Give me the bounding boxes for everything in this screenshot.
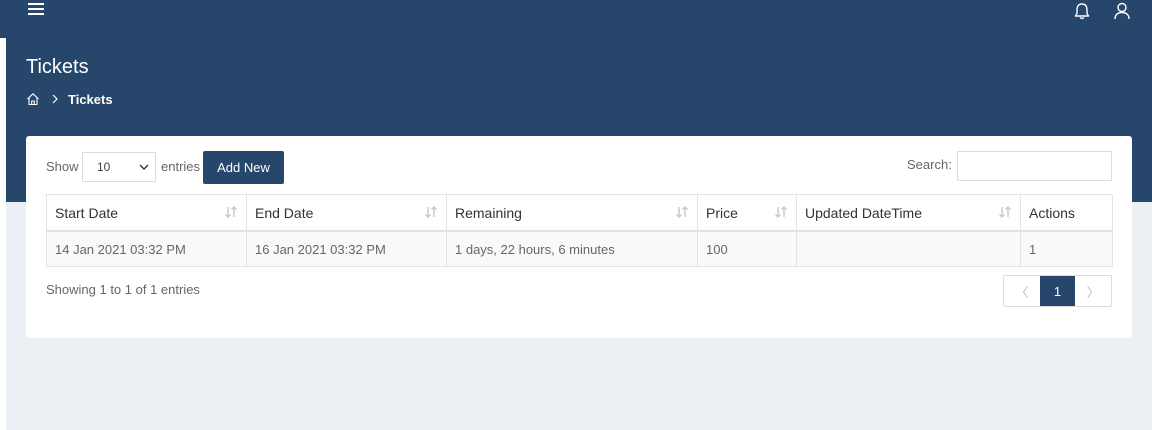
cell-actions[interactable]: 1 [1020,230,1113,267]
breadcrumb: Tickets [26,90,113,108]
top-navbar [0,0,1152,38]
column-label: Price [706,204,738,221]
previous-page-button[interactable]: 〈 [1004,276,1040,306]
show-label: Show [46,159,79,174]
sort-icon [775,206,787,218]
page-length-value: 10 [97,160,111,174]
table-row: 14 Jan 2021 03:32 PM 16 Jan 2021 03:32 P… [46,230,1113,267]
column-label: Updated DateTime [805,204,922,221]
column-header-remaining[interactable]: Remaining [446,194,698,232]
table-header-row: Start Date End Date Remaining Price Upda… [46,194,1113,232]
user-icon[interactable] [1112,1,1132,21]
sort-icon [676,206,688,218]
column-header-updated-datetime[interactable]: Updated DateTime [796,194,1021,232]
tickets-table: Start Date End Date Remaining Price Upda… [46,194,1113,267]
column-header-actions: Actions [1020,194,1113,232]
column-header-end-date[interactable]: End Date [246,194,447,232]
pagination: 〈 1 〉 [1003,275,1112,307]
bell-icon[interactable] [1072,1,1092,21]
table-info: Showing 1 to 1 of 1 entries [46,282,200,297]
search-input[interactable] [957,151,1112,181]
next-page-button[interactable]: 〉 [1075,276,1111,306]
chevron-down-icon [139,164,149,170]
chevron-right-icon [52,94,58,104]
home-icon[interactable] [26,92,40,106]
content-area: Tickets Tickets Show 10 entries Add New … [6,38,1152,430]
search-label: Search: [907,157,952,172]
sort-icon [225,206,237,218]
cell-price: 100 [697,230,797,267]
column-label: End Date [255,204,314,221]
column-label: Remaining [455,204,522,221]
cell-remaining: 1 days, 22 hours, 6 minutes [446,230,698,267]
entries-label: entries [161,159,201,174]
cell-updated-datetime [796,230,1021,267]
breadcrumb-current: Tickets [68,91,113,107]
sort-icon [999,206,1011,218]
add-new-button[interactable]: Add New [203,151,284,184]
tickets-card: Show 10 entries Add New Search: Start Da… [26,136,1132,338]
column-header-price[interactable]: Price [697,194,797,232]
cell-start-date: 14 Jan 2021 03:32 PM [46,230,247,267]
column-label: Actions [1029,204,1075,221]
page-length-select[interactable]: 10 [82,152,156,182]
page-1-button[interactable]: 1 [1039,276,1076,306]
cell-end-date: 16 Jan 2021 03:32 PM [246,230,447,267]
menu-icon[interactable] [28,2,44,18]
column-label: Start Date [55,204,119,221]
column-header-start-date[interactable]: Start Date [46,194,247,232]
sort-icon [425,206,437,218]
page-title: Tickets [26,56,89,78]
